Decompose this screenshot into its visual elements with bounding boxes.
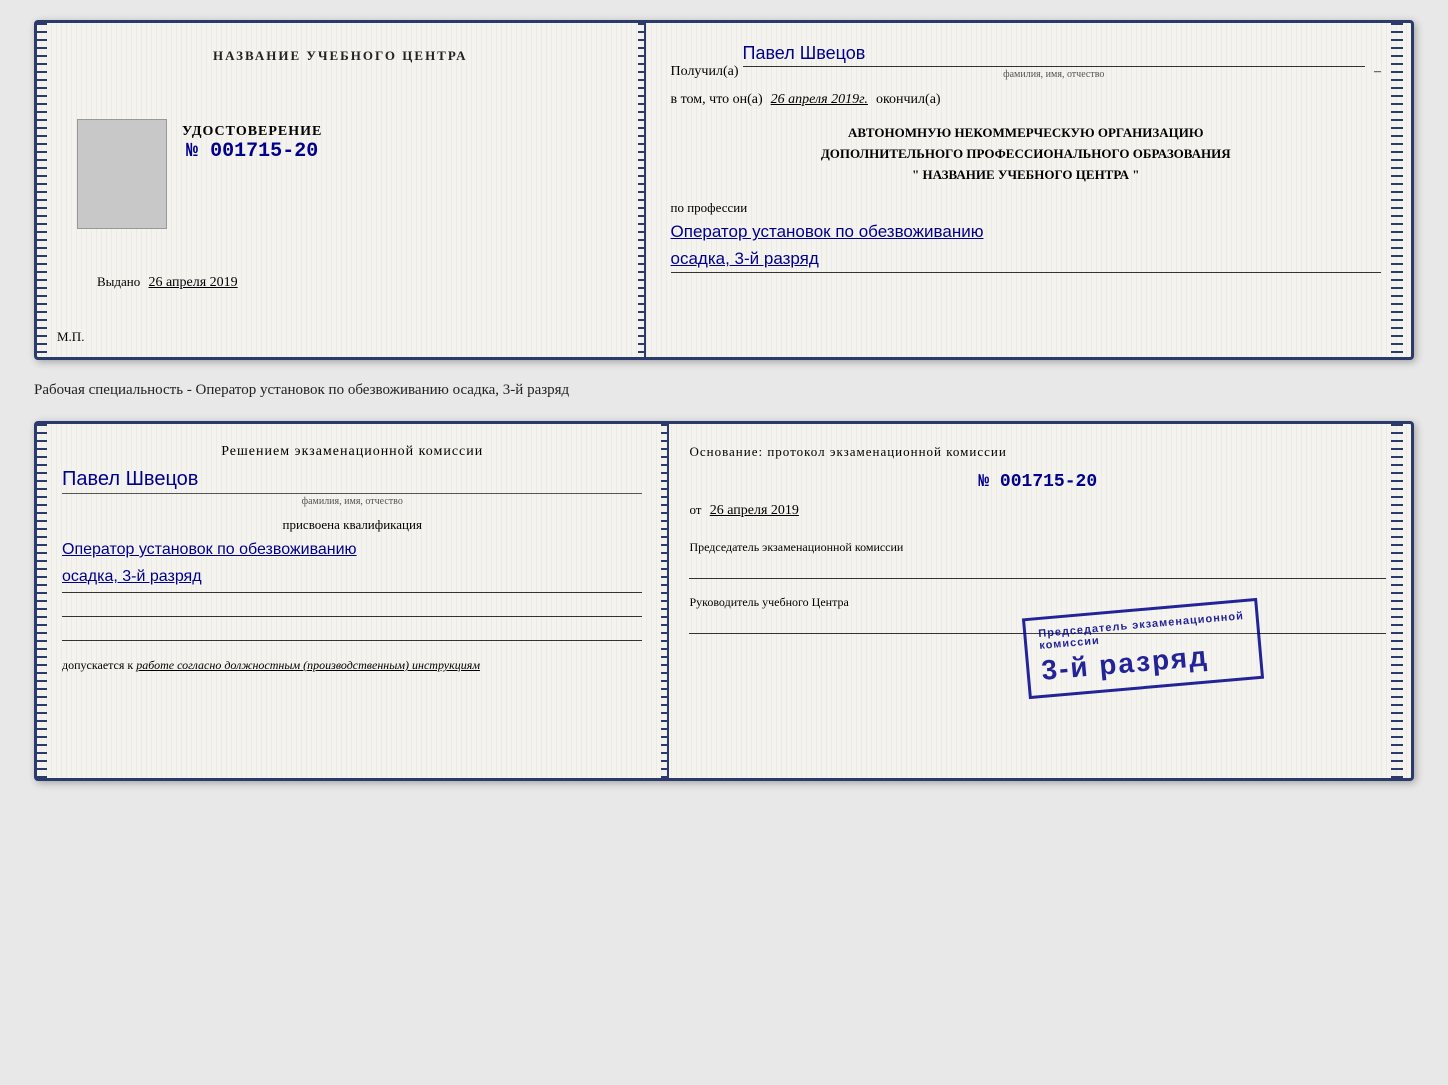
person-name-sub: фамилия, имя, отчество	[62, 493, 642, 507]
org-line3: " НАЗВАНИЕ УЧЕБНОГО ЦЕНТРА "	[671, 165, 1381, 186]
mp-label: М.П.	[57, 329, 84, 345]
underline-field-1	[62, 599, 642, 617]
received-name-sub: фамилия, имя, отчество	[743, 69, 1366, 80]
center-title-1: НАЗВАНИЕ УЧЕБНОГО ЦЕНТРА	[213, 48, 468, 64]
profession-value: Оператор установок по обезвоживанию	[671, 220, 1381, 244]
doc2-left-page: Решением экзаменационной комиссии Павел …	[37, 424, 669, 778]
qualification-label: присвоена квалификация	[62, 517, 642, 533]
profession-label: по профессии	[671, 200, 1381, 216]
received-line: Получил(а) Павел Швецов фамилия, имя, от…	[671, 43, 1381, 80]
director-label: Руководитель учебного Центра	[689, 594, 1386, 611]
issued-line: Выдано 26 апреля 2019	[97, 274, 238, 296]
cert-label: УДОСТОВЕРЕНИЕ	[182, 124, 322, 140]
completed-line: в том, что он(а) 26 апреля 2019г. окончи…	[671, 92, 1381, 108]
org-block: АВТОНОМНУЮ НЕКОММЕРЧЕСКУЮ ОРГАНИЗАЦИЮ ДО…	[671, 123, 1381, 185]
allowed-italic: работе согласно должностным (производств…	[136, 658, 480, 672]
from-prefix: от	[689, 502, 701, 517]
chairman-sig-line	[689, 561, 1386, 579]
document-2: Решением экзаменационной комиссии Павел …	[34, 421, 1414, 781]
doc1-left-page: НАЗВАНИЕ УЧЕБНОГО ЦЕНТРА УДОСТОВЕРЕНИЕ №…	[37, 23, 646, 357]
decision-title: Решением экзаменационной комиссии	[62, 444, 642, 460]
qualification-line2: осадка, 3-й разряд	[62, 565, 642, 593]
allowed-prefix: допускается к	[62, 658, 133, 672]
from-date-value: 26 апреля 2019	[710, 503, 799, 518]
dash: –	[1374, 64, 1381, 80]
document-container: НАЗВАНИЕ УЧЕБНОГО ЦЕНТРА УДОСТОВЕРЕНИЕ №…	[34, 20, 1414, 781]
cert-section: УДОСТОВЕРЕНИЕ № 001715-20	[182, 124, 322, 163]
issued-prefix: Выдано	[97, 274, 140, 289]
qualification-line1: Оператор установок по обезвоживанию	[62, 538, 642, 562]
issued-date: 26 апреля 2019	[149, 275, 238, 290]
caption-line: Рабочая специальность - Оператор установ…	[34, 378, 1414, 403]
underline-field-2	[62, 623, 642, 641]
doc2-right-page: Основание: протокол экзаменационной коми…	[669, 424, 1411, 778]
left-page-right-bar-2	[661, 424, 667, 778]
completed-date: 26 апреля 2019г.	[771, 92, 868, 108]
chairman-block: Председатель экзаменационной комиссии	[689, 539, 1386, 579]
document-1: НАЗВАНИЕ УЧЕБНОГО ЦЕНТРА УДОСТОВЕРЕНИЕ №…	[34, 20, 1414, 360]
person-name: Павел Швецов	[62, 468, 642, 491]
completed-prefix: в том, что он(а)	[671, 92, 763, 108]
allowed-text: допускается к работе согласно должностны…	[62, 656, 642, 674]
rank-value: осадка, 3-й разряд	[671, 249, 1381, 273]
basis-title: Основание: протокол экзаменационной коми…	[689, 444, 1386, 460]
org-line2: ДОПОЛНИТЕЛЬНОГО ПРОФЕССИОНАЛЬНОГО ОБРАЗО…	[671, 144, 1381, 165]
cert-number: № 001715-20	[182, 140, 322, 163]
photo-placeholder	[77, 119, 167, 229]
from-date: от 26 апреля 2019	[689, 502, 1386, 519]
completed-suffix: окончил(а)	[876, 92, 941, 108]
received-name: Павел Швецов	[743, 43, 1366, 67]
chairman-label: Председатель экзаменационной комиссии	[689, 539, 1386, 556]
protocol-number: № 001715-20	[689, 472, 1386, 492]
received-prefix: Получил(а)	[671, 64, 739, 80]
left-page-right-bar	[638, 23, 644, 357]
doc1-right-page: Получил(а) Павел Швецов фамилия, имя, от…	[646, 23, 1411, 357]
org-line1: АВТОНОМНУЮ НЕКОММЕРЧЕСКУЮ ОРГАНИЗАЦИЮ	[671, 123, 1381, 144]
